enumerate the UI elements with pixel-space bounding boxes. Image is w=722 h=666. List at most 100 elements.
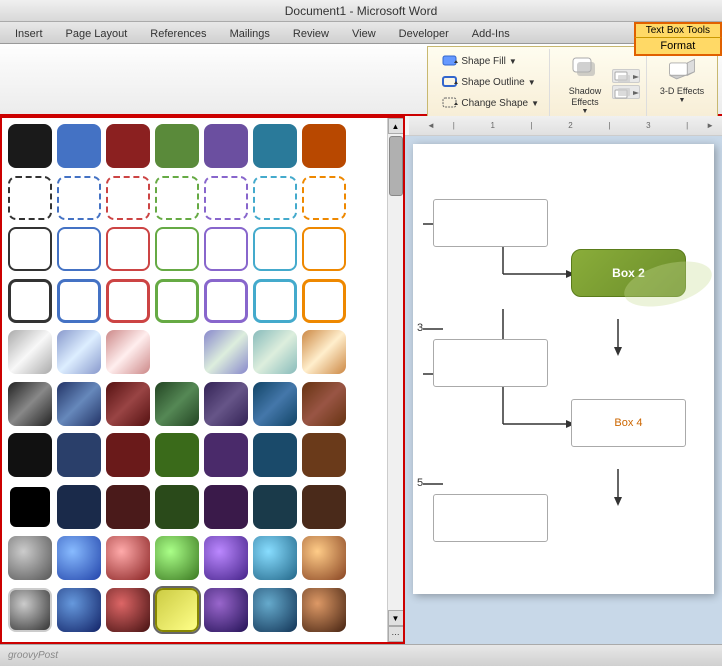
flow-box-top[interactable] <box>433 199 548 247</box>
shape-cell[interactable] <box>8 124 52 168</box>
shape-cell[interactable] <box>106 382 150 426</box>
shape-cell[interactable] <box>204 176 248 220</box>
shape-cell[interactable] <box>106 433 150 477</box>
shape-cell[interactable] <box>155 227 199 271</box>
shape-cell[interactable] <box>8 536 52 580</box>
scroll-down-button[interactable]: ▼ <box>388 610 404 626</box>
shape-fill-button[interactable]: Shape Fill ▼ <box>438 51 543 71</box>
shape-cell[interactable] <box>106 588 150 632</box>
shape-cell[interactable] <box>155 330 199 374</box>
shape-cell[interactable] <box>204 536 248 580</box>
shape-cell[interactable] <box>8 279 52 323</box>
tab-references[interactable]: References <box>139 23 217 43</box>
tab-insert[interactable]: Insert <box>4 23 54 43</box>
shape-cell[interactable] <box>253 279 297 323</box>
shape-cell[interactable] <box>8 382 52 426</box>
shape-cell[interactable] <box>253 176 297 220</box>
shape-cell[interactable] <box>253 330 297 374</box>
shape-cell[interactable] <box>302 279 346 323</box>
shape-cell[interactable] <box>155 279 199 323</box>
shape-cell[interactable] <box>302 227 346 271</box>
shape-cell[interactable] <box>57 433 101 477</box>
shadow-effects-button[interactable]: Shadow Effects ▼ <box>560 51 610 118</box>
three-d-effects-button[interactable]: 3-D Effects ▼ <box>657 51 707 107</box>
scroll-up-button[interactable]: ▲ <box>388 118 404 134</box>
shape-cell[interactable] <box>8 176 52 220</box>
shape-cell[interactable] <box>253 485 297 529</box>
change-shape-button[interactable]: Change Shape ▼ <box>438 93 543 113</box>
shape-cell[interactable] <box>155 485 199 529</box>
shape-cell[interactable] <box>8 485 52 529</box>
shape-cell[interactable] <box>57 536 101 580</box>
shape-cell[interactable] <box>302 485 346 529</box>
shape-cell[interactable] <box>57 279 101 323</box>
shape-cell[interactable] <box>302 330 346 374</box>
shape-cell[interactable] <box>57 330 101 374</box>
shape-grid <box>2 118 403 642</box>
shape-cell[interactable] <box>155 382 199 426</box>
shape-cell[interactable] <box>204 382 248 426</box>
scrollbar[interactable]: ▲ ▼ ··· <box>387 118 403 642</box>
shape-cell[interactable] <box>155 588 199 632</box>
context-tab-format[interactable]: Format <box>634 37 722 56</box>
shape-cell[interactable] <box>302 536 346 580</box>
shape-cell[interactable] <box>106 124 150 168</box>
shape-cell[interactable] <box>204 433 248 477</box>
shape-cell[interactable] <box>302 433 346 477</box>
tab-add-ins[interactable]: Add-Ins <box>461 23 521 43</box>
shape-cell[interactable] <box>57 227 101 271</box>
shape-cell[interactable] <box>8 588 52 632</box>
scroll-thumb[interactable] <box>389 136 403 196</box>
shape-cell[interactable] <box>106 279 150 323</box>
shape-cell[interactable] <box>57 382 101 426</box>
shape-cell[interactable] <box>57 485 101 529</box>
shape-cell[interactable] <box>155 124 199 168</box>
shape-cell[interactable] <box>253 382 297 426</box>
shape-cell[interactable] <box>155 536 199 580</box>
tab-developer[interactable]: Developer <box>388 23 460 43</box>
title-bar: Document1 - Microsoft Word <box>0 0 722 22</box>
shape-outline-button[interactable]: Shape Outline ▼ <box>438 72 543 92</box>
shape-cell[interactable] <box>204 124 248 168</box>
shape-cell[interactable] <box>57 176 101 220</box>
shape-cell[interactable] <box>106 227 150 271</box>
scroll-more-button[interactable]: ··· <box>388 626 404 642</box>
tab-view[interactable]: View <box>341 23 387 43</box>
tab-page-layout[interactable]: Page Layout <box>55 23 139 43</box>
shape-cell[interactable] <box>302 124 346 168</box>
change-shape-icon <box>442 95 458 111</box>
shape-cell[interactable] <box>302 382 346 426</box>
shape-cell[interactable] <box>253 433 297 477</box>
shape-cell[interactable] <box>106 330 150 374</box>
shape-cell[interactable] <box>106 176 150 220</box>
shadow-sub-btn-1[interactable] <box>612 69 640 83</box>
shape-cell[interactable] <box>302 176 346 220</box>
shadow-sub-btn-2[interactable] <box>612 85 640 99</box>
shape-cell[interactable] <box>302 588 346 632</box>
shape-cell[interactable] <box>204 227 248 271</box>
tab-mailings[interactable]: Mailings <box>219 23 281 43</box>
shape-cell[interactable] <box>106 536 150 580</box>
shape-cell[interactable] <box>204 330 248 374</box>
shape-cell[interactable] <box>57 124 101 168</box>
shape-cell[interactable] <box>253 124 297 168</box>
shape-cell[interactable] <box>8 227 52 271</box>
flow-box-middle[interactable] <box>433 339 548 387</box>
flow-box-bottom[interactable] <box>433 494 548 542</box>
shape-cell[interactable] <box>8 433 52 477</box>
shape-cell[interactable] <box>253 227 297 271</box>
shape-cell[interactable] <box>204 485 248 529</box>
shape-cell[interactable] <box>204 279 248 323</box>
tab-review[interactable]: Review <box>282 23 340 43</box>
shape-cell[interactable] <box>204 588 248 632</box>
document-page: Box 2 3 Box 4 5 <box>413 144 714 594</box>
shape-cell[interactable] <box>106 485 150 529</box>
shape-cell[interactable] <box>8 330 52 374</box>
flow-box-4[interactable]: Box 4 <box>571 399 686 447</box>
shape-cell[interactable] <box>253 588 297 632</box>
shadow-sub-buttons <box>612 69 640 99</box>
shape-cell[interactable] <box>155 176 199 220</box>
shape-cell[interactable] <box>57 588 101 632</box>
shape-cell[interactable] <box>155 433 199 477</box>
shape-cell[interactable] <box>253 536 297 580</box>
